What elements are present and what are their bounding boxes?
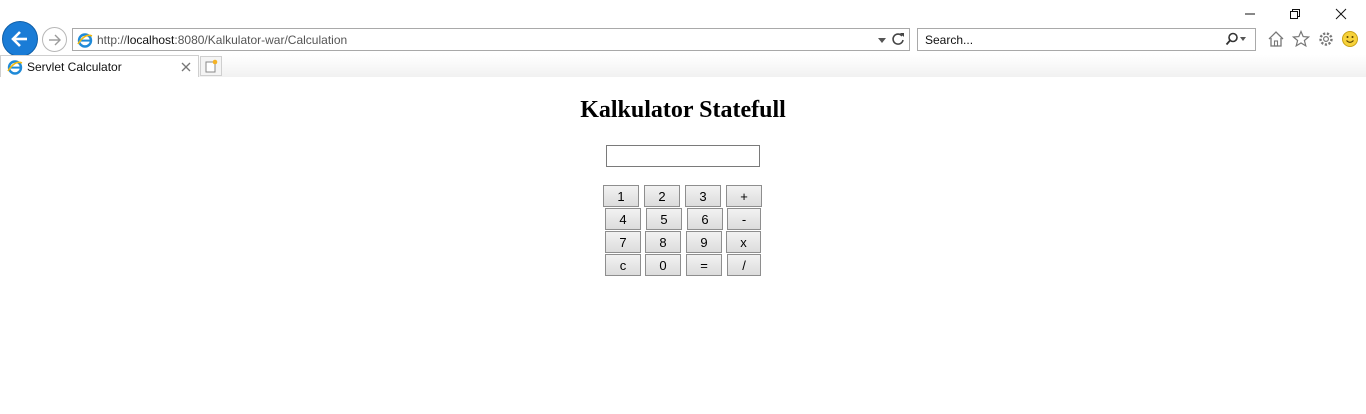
tab-servlet-calculator[interactable]: Servlet Calculator — [0, 55, 199, 77]
search-input[interactable] — [925, 32, 1215, 47]
smiley-icon — [1342, 31, 1358, 47]
key-equals-button[interactable]: = — [686, 254, 722, 276]
key-2-button[interactable]: 2 — [644, 185, 680, 207]
close-tab-button[interactable] — [178, 59, 194, 75]
new-tab-button[interactable] — [200, 56, 222, 76]
minimize-icon — [1245, 13, 1255, 15]
address-bar[interactable]: http://localhost:8080/Kalkulator-war/Cal… — [72, 28, 910, 51]
tab-strip: Servlet Calculator — [0, 55, 1366, 77]
arrow-left-icon — [11, 31, 27, 47]
chevron-down-icon — [878, 38, 886, 43]
key-9-button[interactable]: 9 — [686, 231, 722, 253]
refresh-icon — [892, 33, 904, 45]
minimize-button[interactable] — [1227, 0, 1273, 28]
keypad-row: c 0 = / — [0, 254, 1366, 277]
close-icon — [1335, 8, 1347, 20]
key-3-button[interactable]: 3 — [685, 185, 721, 207]
key-clear-button[interactable]: c — [605, 254, 641, 276]
new-tab-icon — [205, 59, 218, 73]
address-dropdown-button[interactable] — [877, 34, 887, 48]
tab-title: Servlet Calculator — [27, 59, 122, 74]
key-0-button[interactable]: 0 — [645, 254, 681, 276]
settings-button[interactable] — [1316, 29, 1336, 49]
feedback-button[interactable] — [1340, 29, 1360, 49]
close-icon — [181, 62, 191, 71]
key-8-button[interactable]: 8 — [645, 231, 681, 253]
gear-icon — [1319, 32, 1333, 46]
restore-button[interactable] — [1272, 0, 1318, 28]
calculator-display[interactable] — [606, 145, 760, 167]
calculator-keypad: 1 2 3 + 4 5 6 - 7 8 9 x c 0 = / — [0, 185, 1366, 277]
search-icon — [1225, 32, 1246, 46]
ie-favicon-icon — [77, 32, 93, 48]
arrow-right-icon — [48, 34, 61, 45]
key-multiply-button[interactable]: x — [726, 231, 761, 253]
keypad-row: 7 8 9 x — [0, 231, 1366, 254]
close-window-button[interactable] — [1318, 0, 1364, 28]
search-button[interactable] — [1225, 32, 1247, 49]
key-7-button[interactable]: 7 — [605, 231, 641, 253]
url-text[interactable]: http://localhost:8080/Kalkulator-war/Cal… — [97, 33, 347, 47]
key-plus-button[interactable]: + — [726, 185, 762, 207]
search-bar[interactable] — [917, 28, 1256, 51]
key-1-button[interactable]: 1 — [603, 185, 639, 207]
key-6-button[interactable]: 6 — [687, 208, 723, 230]
ie-favicon-icon — [7, 59, 23, 75]
browser-chrome: http://localhost:8080/Kalkulator-war/Cal… — [0, 0, 1366, 77]
key-divide-button[interactable]: / — [727, 254, 761, 276]
key-4-button[interactable]: 4 — [605, 208, 641, 230]
page-title: Kalkulator Statefull — [580, 97, 786, 123]
home-button[interactable] — [1266, 29, 1286, 49]
back-button[interactable] — [2, 21, 38, 57]
keypad-row: 4 5 6 - — [0, 208, 1366, 231]
keypad-row: 1 2 3 + — [0, 185, 1366, 208]
forward-button[interactable] — [42, 27, 67, 52]
star-icon — [1292, 30, 1310, 48]
refresh-button[interactable] — [891, 32, 905, 49]
key-minus-button[interactable]: - — [727, 208, 761, 230]
home-icon — [1268, 31, 1284, 47]
favorites-button[interactable] — [1291, 29, 1311, 49]
key-5-button[interactable]: 5 — [646, 208, 682, 230]
page-content: Kalkulator Statefull 1 2 3 + 4 5 6 - 7 8… — [0, 77, 1366, 414]
restore-icon — [1290, 9, 1300, 19]
